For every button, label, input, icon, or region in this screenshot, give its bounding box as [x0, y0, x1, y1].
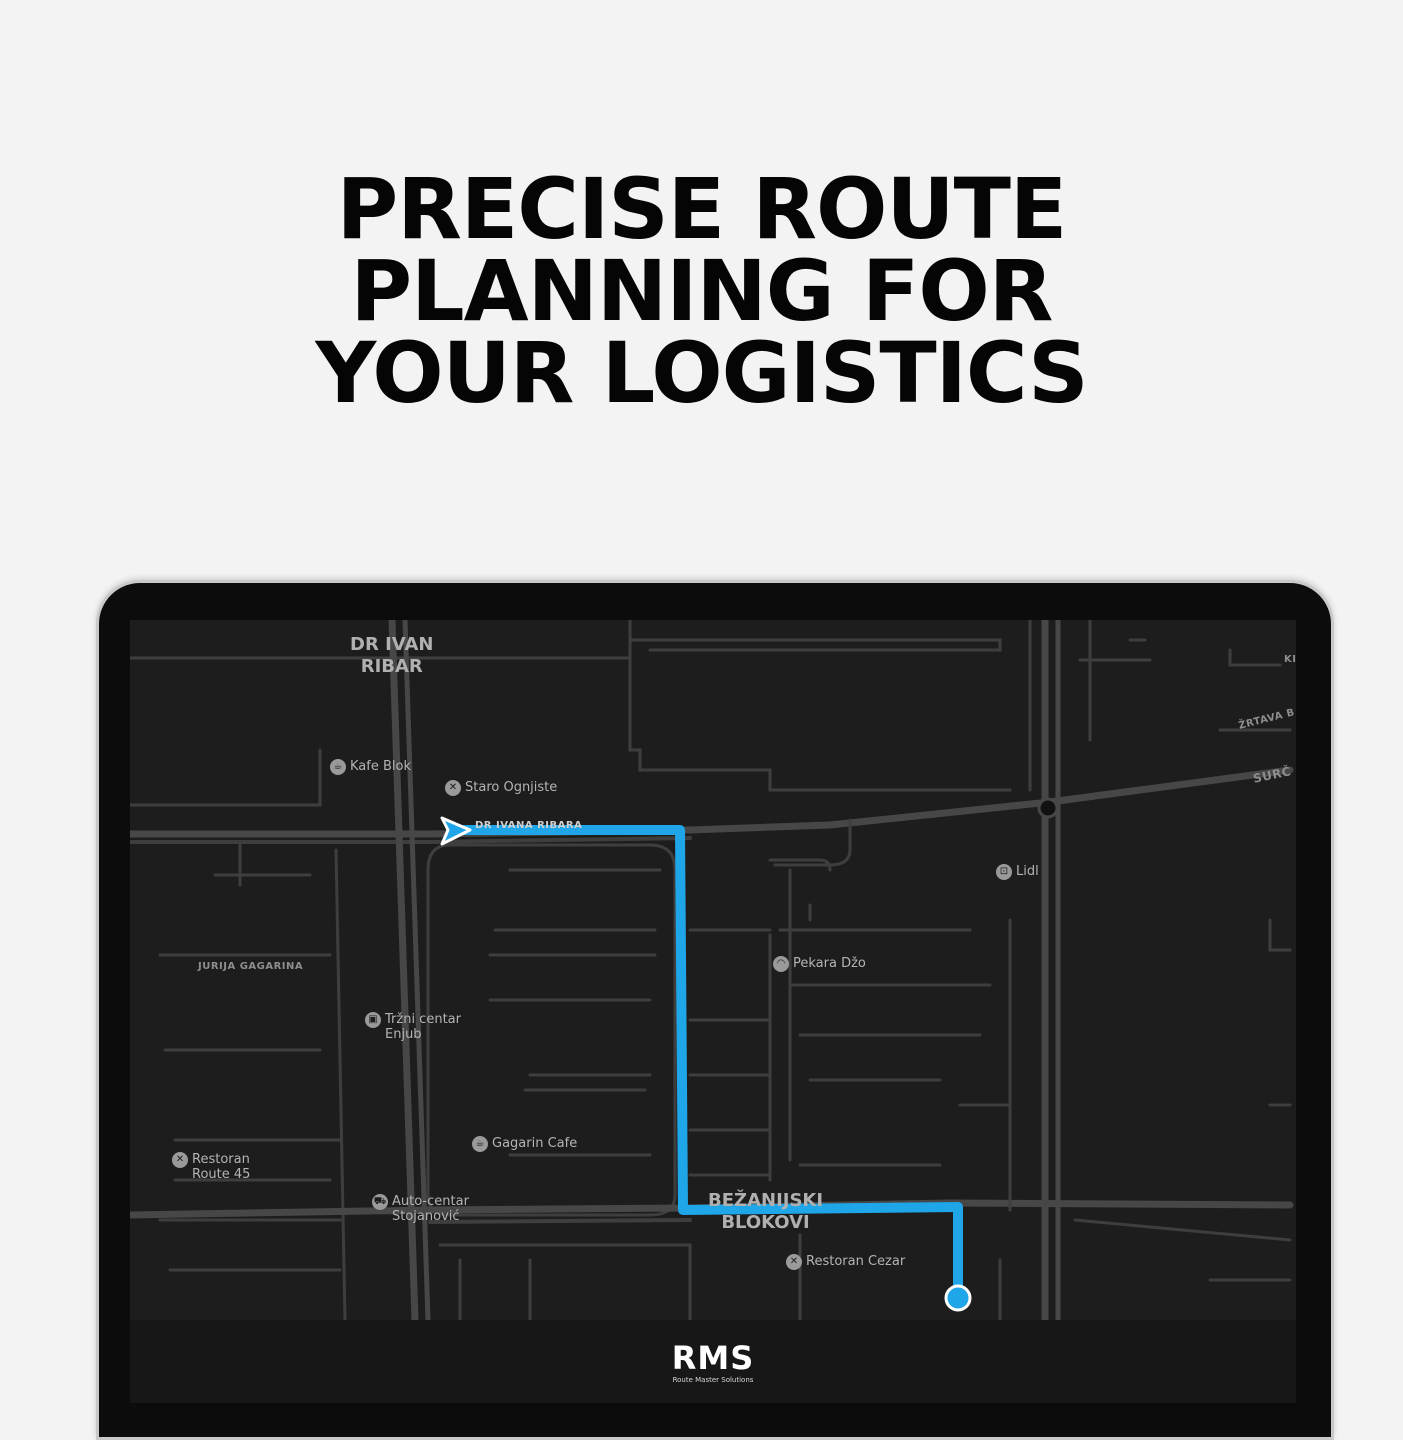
headline: PRECISE ROUTE PLANNING FOR YOUR LOGISTIC…: [0, 160, 1403, 422]
restaurant-icon: ✕: [172, 1152, 188, 1168]
poi-lidl[interactable]: ⊡ Lidl: [996, 864, 1039, 880]
district-label-line: RIBAR: [360, 656, 423, 677]
poi-auto-centar[interactable]: ⛟ Auto-centar Stojanović: [372, 1194, 469, 1224]
poi-label: Auto-centar Stojanović: [392, 1194, 469, 1224]
poi-label: Restoran Route 45: [192, 1152, 250, 1182]
poi-label: Tržni centar Enjub: [385, 1012, 461, 1042]
district-label-line: BLOKOVI: [721, 1212, 810, 1233]
screen-footer: RMS Route Master Solutions: [130, 1320, 1296, 1403]
poi-label-line: Stojanović: [392, 1209, 460, 1224]
district-label-line: DR IVAN: [350, 634, 434, 655]
poi-label: Restoran Cezar: [806, 1254, 906, 1269]
logo-text: RMS: [671, 1339, 755, 1377]
logo-tagline: Route Master Solutions: [672, 1376, 754, 1384]
poi-label: Lidl: [1016, 864, 1039, 879]
poi-label: Pekara Džo: [793, 956, 866, 971]
poi-label-line: Tržni centar: [385, 1012, 461, 1027]
poi-label-line: Enjub: [385, 1027, 422, 1042]
poi-label-line: Auto-centar: [392, 1194, 469, 1209]
shopping-bag-icon: ▣: [365, 1012, 381, 1028]
street-dr-ivana-ribara: DR IVANA RIBARA: [475, 820, 583, 831]
map-view[interactable]: DR IVAN RIBAR BEŽANIJSKI BLOKOVI JURIJA …: [130, 620, 1296, 1320]
poi-label: Kafe Blok: [350, 759, 411, 774]
shopping-cart-icon: ⊡: [996, 864, 1012, 880]
poi-gagarin-cafe[interactable]: ☕ Gagarin Cafe: [472, 1136, 577, 1152]
headline-line-3: YOUR LOGISTICS: [315, 324, 1088, 422]
restaurant-icon: ✕: [445, 780, 461, 796]
poi-label: Gagarin Cafe: [492, 1136, 578, 1151]
destination-marker-icon[interactable]: [944, 1284, 972, 1312]
restaurant-icon: ✕: [786, 1254, 802, 1270]
district-bezanijski-blokovi: BEŽANIJSKI BLOKOVI: [708, 1190, 823, 1234]
headline-line-2: PLANNING FOR: [350, 242, 1054, 340]
district-label-line: BEŽANIJSKI: [708, 1190, 824, 1211]
car-icon: ⛟: [372, 1194, 388, 1210]
cafe-icon: ☕: [330, 759, 346, 775]
rms-logo: RMS: [130, 1342, 1296, 1374]
cafe-icon: ☕: [472, 1136, 488, 1152]
poi-label-line: Restoran: [192, 1152, 250, 1167]
district-dr-ivan-ribar: DR IVAN RIBAR: [350, 634, 433, 678]
poi-label-line: Route 45: [192, 1167, 251, 1182]
poi-trzni-centar[interactable]: ▣ Tržni centar Enjub: [365, 1012, 461, 1042]
poi-label: Staro Ognjiste: [465, 780, 558, 795]
poi-restoran-route-45[interactable]: ✕ Restoran Route 45: [172, 1152, 250, 1182]
poi-pekara-dzo[interactable]: ◠ Pekara Džo: [773, 956, 866, 972]
poi-restoran-cezar[interactable]: ✕ Restoran Cezar: [786, 1254, 905, 1270]
headline-line-1: PRECISE ROUTE: [336, 160, 1068, 258]
street-jurija-gagarina: JURIJA GAGARINA: [198, 961, 304, 972]
poi-kafe-blok[interactable]: ☕ Kafe Blok: [330, 759, 411, 775]
bakery-icon: ◠: [773, 956, 789, 972]
poi-staro-ognjiste[interactable]: ✕ Staro Ognjiste: [445, 780, 557, 796]
street-ki: KI: [1284, 654, 1296, 665]
